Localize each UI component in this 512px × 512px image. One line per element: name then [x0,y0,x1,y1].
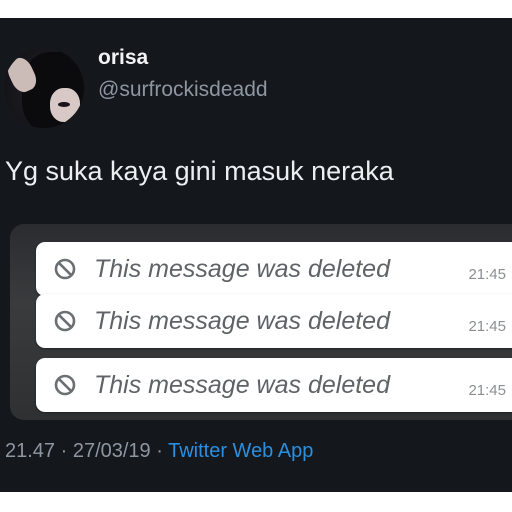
tweet-text: Yg suka kaya gini masuk neraka [5,156,394,186]
tweet-card: orisa @surfrockisdeadd Yg suka kaya gini… [0,18,512,492]
media-image[interactable]: This message was deleted 21:45 This mess… [10,224,512,420]
message-bubble: This message was deleted 21:45 [36,242,512,296]
ban-icon [54,310,76,332]
deleted-message-text: This message was deleted [94,307,390,335]
ban-icon [54,258,76,280]
message-time: 21:45 [468,318,506,335]
deleted-message-text: This message was deleted [94,371,390,399]
message-bubble: This message was deleted 21:45 [36,358,512,412]
tweet-meta: 21.47 · 27/03/19 · Twitter Web App [5,440,313,463]
tweet-source-link[interactable]: Twitter Web App [168,440,313,462]
avatar-eye [58,102,70,107]
message-time: 21:45 [468,266,506,283]
ban-icon [54,374,76,396]
display-name[interactable]: orisa [98,46,148,70]
message-time: 21:45 [468,382,506,399]
message-bubble: This message was deleted 21:45 [36,294,512,348]
user-handle[interactable]: @surfrockisdeadd [98,78,268,102]
avatar[interactable] [4,48,84,128]
tweet-timestamp[interactable]: 21.47 · 27/03/19 · [5,440,168,462]
deleted-message-text: This message was deleted [94,255,390,283]
